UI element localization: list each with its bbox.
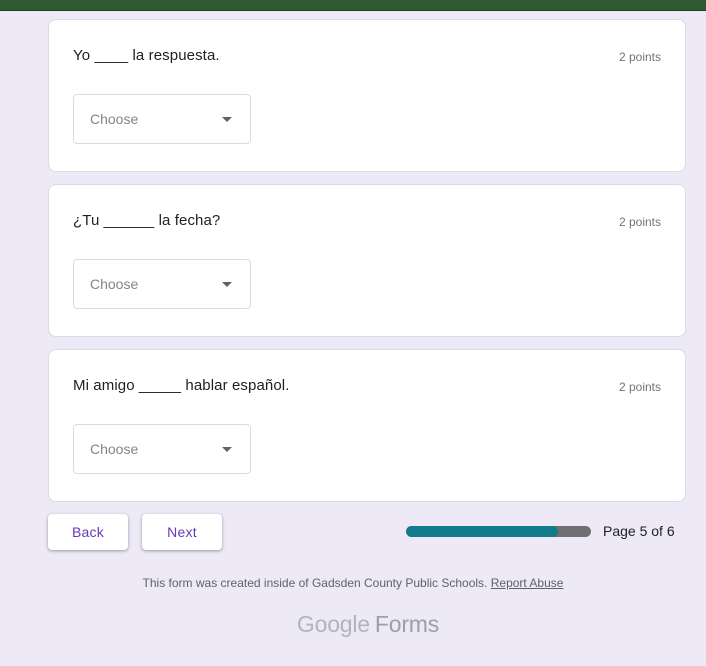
question-points: 2 points [618,50,661,64]
dropdown-placeholder: Choose [90,441,139,457]
dropdown-placeholder: Choose [90,276,139,292]
logo-google-text: Google [296,611,370,637]
header-bar [0,0,706,11]
next-button[interactable]: Next [142,514,222,550]
dropdown-arrow-icon [222,447,232,452]
question-title: Yo ____ la respuesta. [73,47,220,64]
back-button[interactable]: Back [48,514,128,550]
question-title: ¿Tu ______ la fecha? [73,212,221,229]
dropdown-arrow-icon [222,117,232,122]
answer-dropdown[interactable]: Choose [73,259,251,309]
report-abuse-link[interactable]: Report Abuse [491,576,564,590]
question-card-1: Yo ____ la respuesta. 2 points Choose [48,19,686,172]
google-forms-logo[interactable]: Google Forms [0,611,706,638]
logo-forms-text: Forms [374,611,440,637]
dropdown-arrow-icon [222,282,232,287]
question-title: Mi amigo _____ hablar español. [73,377,290,394]
answer-dropdown[interactable]: Choose [73,94,251,144]
footer-note-text: This form was created inside of Gadsden … [142,576,488,590]
question-points: 2 points [618,215,661,229]
dropdown-placeholder: Choose [90,111,139,127]
question-points: 2 points [618,380,661,394]
footer-note: This form was created inside of Gadsden … [0,576,706,590]
answer-dropdown[interactable]: Choose [73,424,251,474]
question-card-2: ¿Tu ______ la fecha? 2 points Choose [48,184,686,337]
progress-bar [406,526,591,537]
question-card-3: Mi amigo _____ hablar español. 2 points … [48,349,686,502]
progress-bar-fill [406,526,558,537]
page-indicator: Page 5 of 6 [603,523,675,539]
